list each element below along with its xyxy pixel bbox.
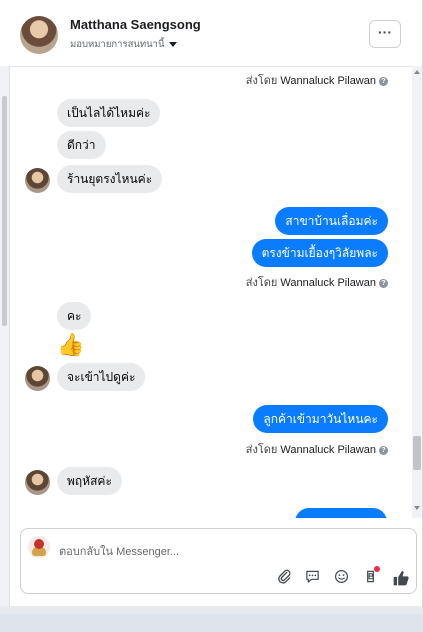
emoji-icon[interactable] (333, 569, 350, 586)
reply-input[interactable]: ตอบกลับใน Messenger... (59, 542, 179, 560)
assign-conversation-dropdown[interactable]: มอบหมายการสนทนานี้ (70, 37, 177, 52)
sent-by-label: ส่งโดย Wannaluck Pilawan? (246, 440, 388, 458)
chat-panel: Matthana Saengsong มอบหมายการสนทนานี้ ··… (0, 0, 423, 606)
reply-composer[interactable]: ตอบกลับใน Messenger... (20, 528, 417, 594)
contact-avatar-small (25, 470, 50, 495)
assign-label: มอบหมายการสนทนานี้ (70, 39, 165, 50)
message-icon[interactable] (304, 569, 321, 586)
sent-by-prefix: ส่งโดย (245, 444, 278, 456)
bottom-bar-inner (0, 614, 423, 632)
notification-dot (374, 566, 380, 572)
sent-by-label: ส่งโดย Wannaluck Pilawan? (246, 71, 388, 89)
paperclip-icon[interactable] (276, 569, 293, 586)
contact-avatar-small (25, 366, 50, 391)
scroll-down-arrow-icon[interactable] (414, 506, 420, 510)
thumbs-up-icon[interactable] (391, 569, 411, 586)
message-incoming: ร้านยุตรงไหนค่ะ (57, 165, 163, 193)
contact-avatar[interactable] (20, 16, 58, 54)
message-thread: ส่งโดย Wannaluck Pilawan? เป็นไลได้ไหมค่… (10, 66, 412, 518)
sent-by-prefix: ส่งโดย (245, 277, 278, 289)
message-outgoing: ตรงข้ามเยื้องๆวิลัยพละ (251, 239, 388, 267)
contact-name[interactable]: Matthana Saengsong (70, 17, 201, 32)
sent-by-name: Wannaluck Pilawan (280, 444, 376, 456)
sent-by-name: Wannaluck Pilawan (280, 277, 376, 289)
sent-by-prefix: ส่งโดย (245, 75, 278, 87)
contact-avatar-small (25, 168, 50, 193)
more-options-button[interactable]: ··· (369, 20, 401, 48)
help-icon[interactable]: ? (379, 76, 388, 86)
thumbs-up-icon: 👍 (57, 332, 85, 357)
sticker-icon[interactable] (362, 566, 380, 586)
scroll-up-arrow-icon[interactable] (414, 70, 420, 74)
message-outgoing: สาขาบ้านเลื่อมค่ะ (275, 207, 388, 235)
left-scrollbar-thumb[interactable] (2, 96, 7, 326)
help-icon[interactable]: ? (379, 445, 388, 455)
thread-scrollbar-thumb[interactable] (413, 436, 421, 470)
message-incoming: เป็นไลได้ไหมค่ะ (57, 99, 161, 127)
caret-down-icon (168, 41, 177, 47)
message-incoming: ดีกว่า (57, 131, 106, 159)
message-incoming: คะ (57, 302, 92, 330)
message-incoming: จะเข้าไปดูค่ะ (57, 363, 146, 391)
help-icon[interactable]: ? (379, 278, 388, 288)
bottom-bar (0, 606, 423, 632)
chat-header: Matthana Saengsong มอบหมายการสนทนานี้ ··… (10, 0, 414, 67)
sent-by-name: Wannaluck Pilawan (280, 75, 376, 87)
left-scrollbar[interactable] (0, 66, 10, 606)
message-outgoing: ลูกค้าเข้ามาวันไหนคะ (253, 405, 388, 433)
thread-scrollbar[interactable] (412, 66, 422, 518)
message-outgoing-partial (295, 508, 387, 518)
page-avatar (28, 536, 50, 558)
message-incoming: พฤหัสค่ะ (57, 467, 122, 495)
sent-by-label: ส่งโดย Wannaluck Pilawan? (246, 273, 388, 291)
